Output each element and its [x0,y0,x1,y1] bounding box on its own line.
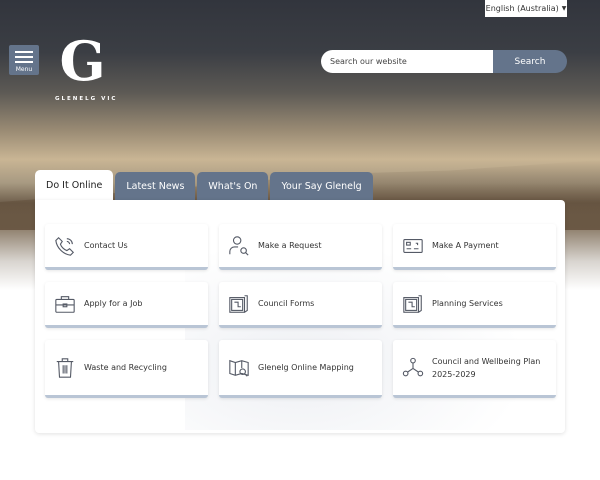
card-label: Apply for a Job [84,299,143,308]
card-label: Contact Us [84,241,128,250]
card-label: Planning Services [432,299,503,308]
card-label: Make A Payment [432,241,499,250]
card-label: Glenelg Online Mapping [258,363,354,372]
menu-label: Menu [15,66,33,73]
card-waste-and-recycling[interactable]: Waste and Recycling [45,340,208,398]
tab-latest-news[interactable]: Latest News [115,172,196,201]
card-label: Council and Wellbeing Plan 2025-2029 [432,356,541,379]
search-button[interactable]: Search [493,50,567,73]
card-label: Make a Request [258,241,322,250]
logo[interactable]: G GLENELG VIC [55,29,118,102]
card-apply-for-a-job[interactable]: Apply for a Job [45,282,208,328]
caret-down-icon: ▼ [561,5,567,12]
phone-icon [55,236,75,256]
card-label: Council Forms [258,299,315,308]
hamburger-icon [15,51,33,63]
briefcase-icon [55,295,75,313]
card-planning-services[interactable]: Planning Services [393,282,556,328]
tab-panel: Contact Us Make a Request Make A Payment… [35,200,565,433]
tab-do-it-online[interactable]: Do It Online [35,170,114,201]
tab-your-say-glenelg[interactable]: Your Say Glenelg [270,172,373,201]
tab-whats-on[interactable]: What's On [197,172,269,201]
form-icon [229,294,248,313]
search-input[interactable] [321,50,493,73]
language-label: English (Australia) [485,4,559,13]
card-make-a-payment[interactable]: Make A Payment [393,224,556,270]
tab-bar: Do It Online Latest News What's On Your … [35,170,373,201]
menu-button[interactable]: Menu [9,45,39,75]
logo-mark: G [59,29,106,93]
user-search-icon [229,235,249,256]
language-select[interactable]: English (Australia) ▼ [485,0,567,17]
card-glenelg-online-mapping[interactable]: Glenelg Online Mapping [219,340,382,398]
card-payment-icon [403,238,423,253]
search-form: Search [321,50,567,73]
map-search-icon [229,359,249,377]
bin-icon [56,357,74,378]
card-label: Waste and Recycling [84,363,167,372]
card-make-a-request[interactable]: Make a Request [219,224,382,270]
plan-icon [403,294,422,313]
card-contact-us[interactable]: Contact Us [45,224,208,270]
card-council-forms[interactable]: Council Forms [219,282,382,328]
logo-text: GLENELG VIC [55,96,118,102]
network-icon [402,357,424,376]
card-council-and-wellbeing-plan[interactable]: Council and Wellbeing Plan 2025-2029 [393,340,556,398]
